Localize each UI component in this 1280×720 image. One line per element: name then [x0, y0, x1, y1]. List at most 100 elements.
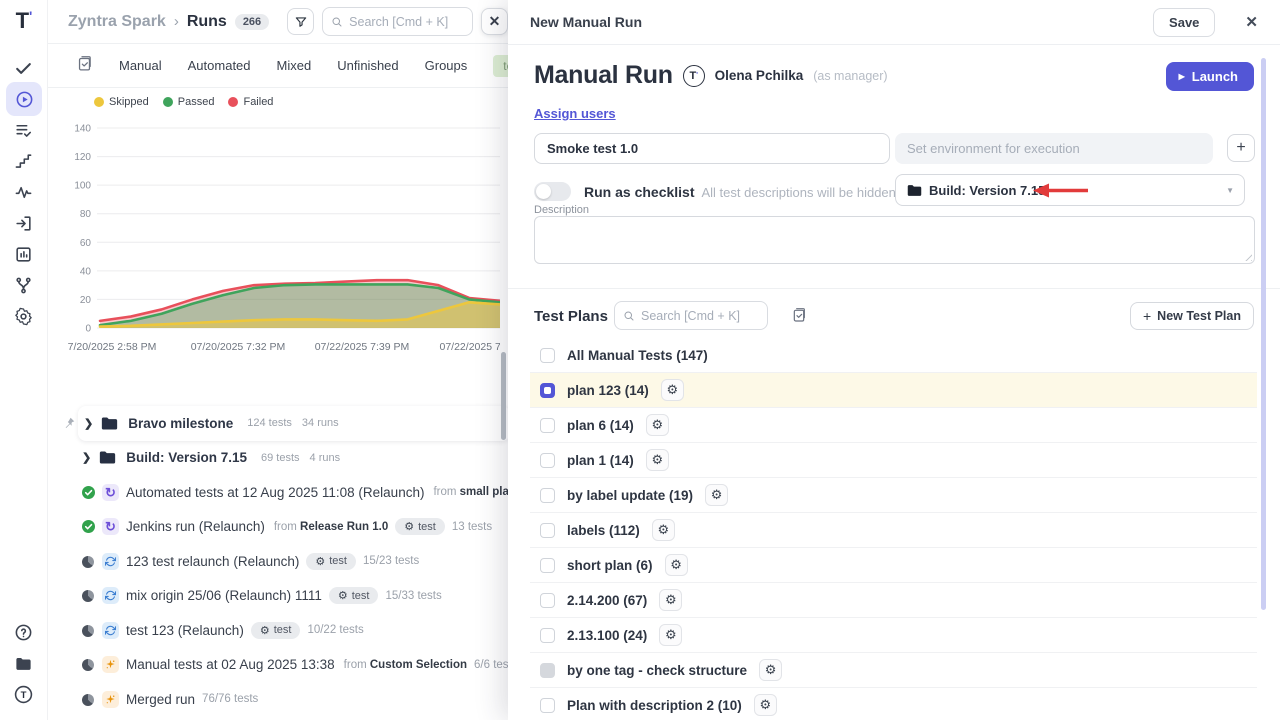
test-plan-row[interactable]: 2.13.100 (24) ⚙ — [530, 618, 1257, 653]
test-plan-row[interactable]: 2.14.200 (67) ⚙ — [530, 583, 1257, 618]
run-row[interactable]: ↻ test 123 (Relaunch) ⚙test 10/22 tests — [48, 613, 510, 648]
test-plan-row[interactable]: by one tag - check structure ⚙ — [530, 653, 1257, 688]
plan-checkbox[interactable] — [540, 628, 555, 643]
plan-settings-button[interactable]: ⚙ — [646, 414, 669, 436]
sidebar-item-runs[interactable] — [6, 82, 42, 116]
settings-icon[interactable] — [13, 305, 35, 327]
close-icon[interactable]: ✕ — [1245, 13, 1258, 31]
tab-automated[interactable]: Automated — [188, 58, 251, 73]
select-runs-icon[interactable] — [76, 55, 93, 77]
breadcrumb-project[interactable]: Zyntra Spark — [68, 13, 166, 31]
runs-search-input[interactable] — [349, 15, 459, 29]
branches-icon[interactable] — [13, 274, 35, 296]
runs-search[interactable] — [322, 7, 473, 36]
plan-checkbox[interactable] — [540, 593, 555, 608]
svg-text:60: 60 — [80, 238, 92, 249]
tab-manual[interactable]: Manual — [119, 58, 162, 73]
account-avatar[interactable]: T — [13, 683, 35, 705]
plan-checkbox[interactable] — [540, 663, 555, 678]
add-environment-button[interactable]: + — [1227, 134, 1255, 162]
legend-item-failed[interactable]: Failed — [228, 96, 273, 108]
import-icon[interactable] — [13, 212, 35, 234]
plan-checkbox[interactable] — [540, 453, 555, 468]
run-from: from small plan — [433, 486, 515, 498]
projects-icon[interactable] — [13, 652, 35, 674]
build-select[interactable]: Build: Version 7.15 ▼ — [895, 174, 1245, 206]
description-textarea[interactable] — [534, 216, 1255, 264]
run-heading-row: Manual Run T' Olena Pchilka (as manager) — [534, 61, 888, 90]
left-scrollbar-thumb[interactable] — [501, 352, 506, 440]
plan-settings-button[interactable]: ⚙ — [659, 624, 682, 646]
test-plan-row[interactable]: All Manual Tests (147) — [530, 338, 1257, 373]
test-plan-row[interactable]: plan 123 (14) ⚙ — [530, 373, 1257, 408]
folder-tests-meta: 69 tests — [261, 452, 300, 464]
test-plan-row[interactable]: plan 6 (14) ⚙ — [530, 408, 1257, 443]
run-folder-row[interactable]: ❯ Bravo milestone 124 tests 34 runs — [78, 406, 510, 441]
plan-checkbox[interactable] — [540, 558, 555, 573]
test-plans-search[interactable] — [614, 301, 768, 330]
runs-count-badge: 266 — [235, 14, 269, 30]
runs-icon — [13, 88, 35, 110]
analytics-icon[interactable] — [13, 181, 35, 203]
save-button[interactable]: Save — [1153, 8, 1215, 37]
environment-input[interactable] — [895, 133, 1213, 164]
test-plan-row[interactable]: labels (112) ⚙ — [530, 513, 1257, 548]
new-test-plan-button[interactable]: + New Test Plan — [1130, 302, 1254, 330]
search-icon — [623, 310, 635, 322]
run-row[interactable]: ↻ Manual tests at 02 Aug 2025 13:38 from… — [48, 648, 510, 683]
plan-checkbox[interactable] — [540, 523, 555, 538]
run-row[interactable]: ↻ 123 test relaunch (Relaunch) ⚙test 15/… — [48, 544, 510, 579]
clear-search-button[interactable]: ✕ — [481, 8, 508, 35]
run-row[interactable]: ↻ Automated tests at 12 Aug 2025 11:08 (… — [48, 475, 510, 510]
filter-button[interactable] — [287, 8, 314, 35]
app-logo[interactable]: T' — [0, 8, 48, 34]
run-as-checklist-toggle[interactable] — [534, 182, 571, 201]
plan-settings-button[interactable]: ⚙ — [665, 554, 688, 576]
run-row[interactable]: ↻ mix origin 25/06 (Relaunch) 1111 ⚙test… — [48, 579, 510, 614]
chevron-right-icon[interactable]: ❯ — [84, 417, 93, 430]
reports-icon[interactable] — [13, 243, 35, 265]
test-plans-search-input[interactable] — [641, 309, 741, 323]
plan-settings-button[interactable]: ⚙ — [659, 589, 682, 611]
plan-settings-button[interactable]: ⚙ — [705, 484, 728, 506]
legend-item-skipped[interactable]: Skipped — [94, 96, 149, 108]
tab-groups[interactable]: Groups — [425, 58, 468, 73]
svg-text:07/22/2025 7:39 PM: 07/22/2025 7:39 PM — [315, 341, 410, 353]
plan-checkbox[interactable] — [540, 348, 555, 363]
plan-checkbox[interactable] — [540, 488, 555, 503]
select-plans-icon[interactable] — [791, 307, 807, 328]
run-folder-row[interactable]: ❯ Build: Version 7.15 69 tests 4 runs — [48, 441, 510, 476]
run-tests-count: 15/23 tests — [363, 555, 419, 567]
plan-checkbox[interactable] — [540, 698, 555, 713]
plan-settings-button[interactable]: ⚙ — [754, 694, 777, 716]
section-divider — [508, 288, 1280, 289]
plan-settings-button[interactable]: ⚙ — [646, 449, 669, 471]
run-name: Jenkins run (Relaunch) — [126, 519, 265, 534]
legend-item-passed[interactable]: Passed — [163, 96, 215, 108]
folder-name: Bravo milestone — [128, 416, 233, 431]
plan-settings-button[interactable]: ⚙ — [661, 379, 684, 401]
checklist-hint: All test descriptions will be hidden — [702, 185, 896, 200]
test-plan-row[interactable]: plan 1 (14) ⚙ — [530, 443, 1257, 478]
test-plans-icon[interactable] — [13, 119, 35, 141]
plan-checkbox[interactable] — [540, 383, 555, 398]
run-name-input[interactable] — [534, 133, 890, 164]
plan-settings-button[interactable]: ⚙ — [652, 519, 675, 541]
test-plan-row[interactable]: by label update (19) ⚙ — [530, 478, 1257, 513]
test-plan-row[interactable]: Plan with description 2 (10) ⚙ — [530, 688, 1257, 720]
run-row[interactable]: ↻ Jenkins run (Relaunch) from Release Ru… — [48, 510, 510, 545]
test-plan-row[interactable]: short plan (6) ⚙ — [530, 548, 1257, 583]
tab-mixed[interactable]: Mixed — [277, 58, 312, 73]
chevron-right-icon[interactable]: ❯ — [82, 451, 91, 464]
assign-users-link[interactable]: Assign users — [534, 106, 616, 121]
run-tag-badge: ⚙test — [329, 587, 379, 604]
help-icon[interactable] — [13, 621, 35, 643]
modal-scrollbar-thumb[interactable] — [1261, 58, 1266, 610]
launch-button[interactable]: ▶ Launch — [1166, 62, 1254, 91]
tests-icon[interactable] — [13, 57, 35, 79]
run-row[interactable]: ↻ Merged run 76/76 tests — [48, 682, 510, 717]
milestones-icon[interactable] — [13, 150, 35, 172]
plan-settings-button[interactable]: ⚙ — [759, 659, 782, 681]
plan-checkbox[interactable] — [540, 418, 555, 433]
tab-unfinished[interactable]: Unfinished — [337, 58, 398, 73]
